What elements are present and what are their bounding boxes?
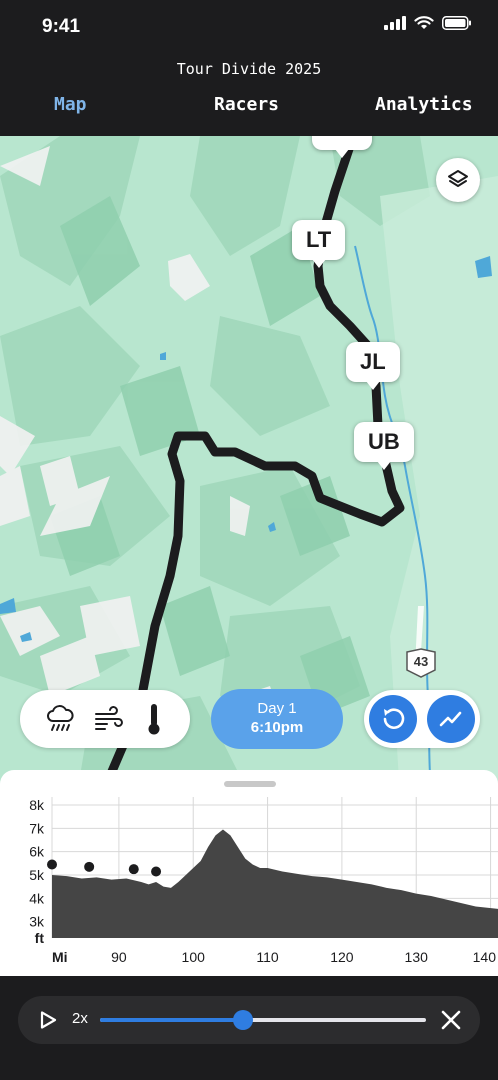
tab-racers[interactable]: Racers <box>214 94 279 115</box>
map-marker-jl[interactable]: JL <box>346 342 400 390</box>
app-title: Tour Divide 2025 <box>176 60 322 78</box>
time-label: 6:10pm <box>250 719 304 736</box>
map-tools <box>364 690 480 748</box>
map-marker-lt[interactable]: LT <box>292 220 346 268</box>
weather-controls <box>20 690 190 748</box>
map-marker-top-partial[interactable] <box>312 136 372 158</box>
elevation-sheet: 8k 7k 6k 5k 4k 3k ft Mi 90 100 110 120 130 140 <box>0 770 498 976</box>
slider-fill <box>100 1018 244 1022</box>
x-tick-label: 90 <box>111 949 127 965</box>
x-tick-label: 130 <box>405 949 429 965</box>
layers-button[interactable] <box>436 158 480 202</box>
x-axis-label: Mi <box>52 949 68 965</box>
wifi-icon <box>414 16 434 29</box>
playback-slider[interactable] <box>100 1010 426 1030</box>
rain-cloud-icon[interactable] <box>44 703 76 735</box>
y-tick-label: 4k <box>29 890 45 906</box>
y-tick-label: 3k <box>29 914 45 930</box>
slider-thumb[interactable] <box>233 1010 254 1030</box>
map-view[interactable]: LT JL UB 43 Day 1 6:10pm <box>0 136 498 796</box>
cellular-signal-icon <box>384 16 406 30</box>
wind-icon[interactable] <box>93 703 125 735</box>
y-tick-label: 6k <box>29 844 45 860</box>
racer-point <box>84 861 95 872</box>
y-tick-label: 5k <box>29 867 45 883</box>
trend-icon <box>439 711 462 727</box>
racer-point <box>151 866 162 877</box>
rewind-button[interactable] <box>369 695 417 743</box>
layers-icon <box>448 170 468 187</box>
y-axis-label: ft <box>35 930 45 946</box>
y-tick-label: 8k <box>29 797 45 813</box>
day-label: Day 1 <box>257 700 297 717</box>
x-tick-label: 140 <box>473 949 497 965</box>
racer-point <box>47 859 57 870</box>
racer-point <box>128 864 139 875</box>
tab-map[interactable]: Map <box>54 94 87 115</box>
x-tick-label: 110 <box>256 949 279 965</box>
trend-button[interactable] <box>427 695 475 743</box>
x-tick-label: 120 <box>330 949 354 965</box>
thermometer-icon[interactable] <box>142 702 166 736</box>
highway-label: 43 <box>413 654 429 669</box>
close-icon[interactable] <box>440 1009 462 1031</box>
tab-analytics[interactable]: Analytics <box>375 94 473 115</box>
battery-icon <box>442 16 471 30</box>
day-time-button[interactable]: Day 1 6:10pm <box>211 689 343 749</box>
playback-bar: 2x <box>0 976 498 1080</box>
playback-speed[interactable]: 2x <box>72 1010 88 1027</box>
status-icons <box>384 16 472 30</box>
map-marker-ub[interactable]: UB <box>354 422 414 470</box>
rewind-icon <box>383 708 405 729</box>
app-header: Tour Divide 2025 Map Racers Analytics <box>0 52 498 136</box>
elevation-chart[interactable]: 8k 7k 6k 5k 4k 3kft Mi 90 100 110 120 130 140 <box>0 770 498 976</box>
status-bar: 9:41 <box>0 0 498 52</box>
highway-shield: 43 <box>405 648 437 678</box>
x-tick-label: 100 <box>182 949 206 965</box>
playback-controls: 2x <box>18 996 480 1044</box>
play-icon[interactable] <box>38 1010 58 1030</box>
y-tick-label: 7k <box>29 820 45 836</box>
status-time: 9:41 <box>42 16 81 37</box>
